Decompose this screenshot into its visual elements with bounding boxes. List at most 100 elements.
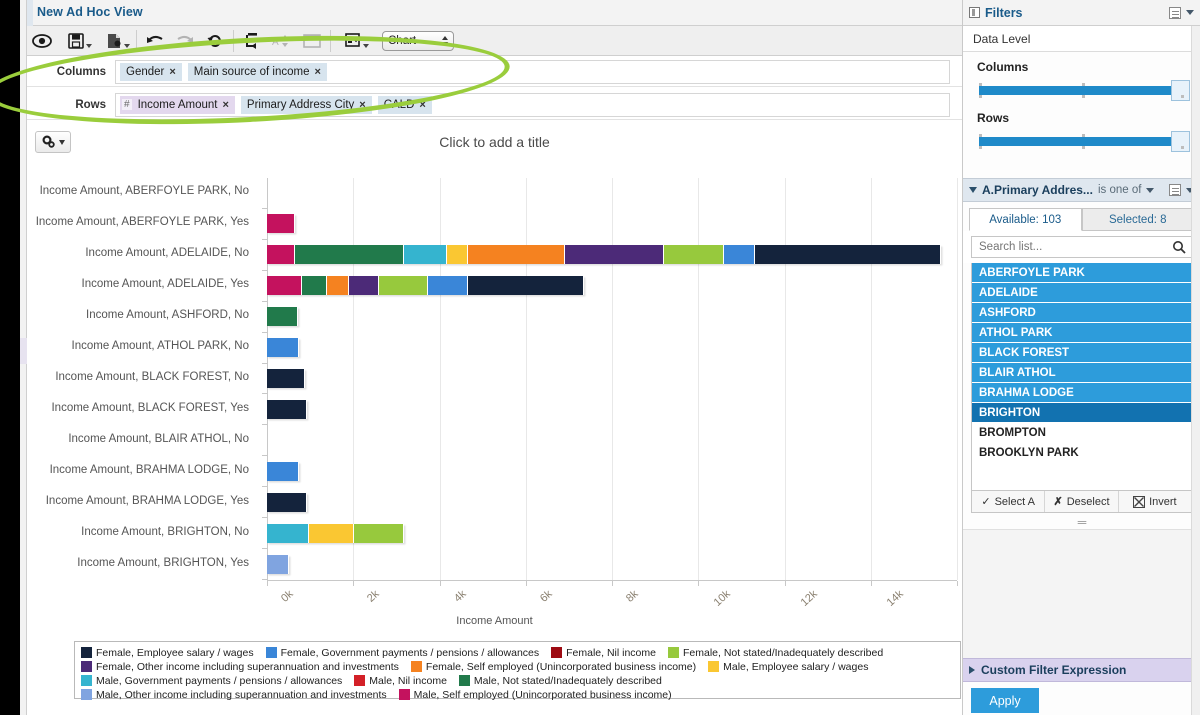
stacked-bar[interactable]	[267, 276, 584, 296]
bar-segment[interactable]	[427, 276, 468, 296]
panel-toggle-icon[interactable]	[969, 7, 980, 18]
bar-segment[interactable]	[267, 338, 299, 358]
tab-available[interactable]: Available: 103	[969, 208, 1082, 231]
stacked-bar[interactable]	[267, 523, 404, 543]
chevron-right-icon[interactable]	[969, 666, 975, 674]
legend-item[interactable]: Male, Other income including superannuat…	[81, 689, 387, 701]
rows-shelf-dropzone[interactable]: # Income Amount × Primary Address City ×…	[115, 92, 950, 117]
legend-item[interactable]: Female, Other income including superannu…	[81, 661, 399, 673]
columns-slider[interactable]	[979, 80, 1190, 101]
legend-item[interactable]: Male, Government payments / pensions / a…	[81, 675, 342, 687]
list-item[interactable]: ATHOL PARK	[972, 323, 1191, 343]
filter-resize-grip[interactable]: ═	[963, 513, 1200, 529]
chevron-down-icon[interactable]	[969, 187, 977, 193]
bar-segment[interactable]	[267, 214, 296, 234]
list-item[interactable]: BLACK FOREST	[972, 343, 1191, 363]
legend-item[interactable]: Male, Nil income	[354, 675, 447, 687]
deselect-button[interactable]: ✗ Deselect	[1045, 491, 1119, 512]
bar-segment[interactable]	[723, 245, 755, 265]
columns-shelf-dropzone[interactable]: Gender × Main source of income ×	[115, 59, 950, 84]
list-item[interactable]: BLAIR ATHOL	[972, 363, 1191, 383]
filter-operator[interactable]: is one of	[1098, 184, 1141, 196]
undo-icon[interactable]	[140, 28, 170, 54]
filter-value-list[interactable]: ABERFOYLE PARK ADELAIDE ASHFORD ATHOL PARK B…	[971, 263, 1192, 491]
view-type-select[interactable]: Chart	[382, 30, 454, 51]
chip-gender[interactable]: Gender ×	[120, 62, 182, 81]
page-options-icon[interactable]	[297, 28, 327, 54]
export-caret-icon[interactable]	[124, 43, 130, 48]
bar-segment[interactable]	[378, 276, 428, 296]
bar-segment[interactable]	[564, 245, 664, 265]
legend-item[interactable]: Male, Employee salary / wages	[708, 661, 868, 673]
chip-cald[interactable]: CALD ×	[377, 95, 432, 114]
chip-remove-icon[interactable]: ×	[359, 99, 365, 111]
list-item[interactable]: ADELAIDE	[972, 283, 1191, 303]
bar-segment[interactable]	[267, 399, 308, 419]
stacked-bar[interactable]	[267, 307, 299, 327]
chart-title-placeholder[interactable]: Click to add a title	[27, 134, 962, 150]
bar-segment[interactable]	[267, 368, 305, 388]
export-icon[interactable]	[95, 28, 133, 54]
bar-segment[interactable]	[267, 245, 296, 265]
custom-filter-expression-bar[interactable]: Custom Filter Expression	[963, 658, 1200, 682]
display-options-icon[interactable]	[334, 28, 372, 54]
legend-item[interactable]: Female, Self employed (Unincorporated bu…	[410, 661, 696, 673]
list-item[interactable]: BRAHMA LODGE	[972, 383, 1191, 403]
legend-item[interactable]: Male, Self employed (Unincorporated busi…	[398, 689, 672, 701]
bar-segment[interactable]	[754, 245, 941, 265]
filter-header-primary-address[interactable]: A.Primary Addres... is one of	[963, 178, 1200, 202]
select-all-button[interactable]: ✓ Select A	[972, 491, 1046, 512]
left-scroll-thumb[interactable]	[20, 338, 27, 364]
bar-segment[interactable]	[267, 523, 309, 543]
save-caret-icon[interactable]	[86, 43, 92, 48]
chip-remove-icon[interactable]: ×	[222, 99, 228, 111]
list-item[interactable]: ABERFOYLE PARK	[972, 263, 1191, 283]
search-input[interactable]	[977, 240, 1172, 254]
legend-item[interactable]: Female, Government payments / pensions /…	[265, 647, 539, 659]
legend-item[interactable]: Female, Employee salary / wages	[81, 647, 254, 659]
save-icon[interactable]	[57, 28, 95, 54]
display-options-caret-icon[interactable]	[363, 43, 369, 48]
list-item[interactable]: BRIGHTON	[972, 403, 1191, 423]
stacked-bar[interactable]	[267, 338, 299, 358]
bar-segment[interactable]	[301, 276, 328, 296]
tab-selected[interactable]: Selected: 8	[1081, 208, 1194, 231]
bar-segment[interactable]	[348, 276, 379, 296]
list-item[interactable]: BROMPTON	[972, 423, 1191, 443]
legend-item[interactable]: Female, Not stated/Inadequately describe…	[668, 647, 883, 659]
bar-segment[interactable]	[327, 276, 349, 296]
legend-item[interactable]: Female, Nil income	[551, 647, 656, 659]
bar-segment[interactable]	[447, 245, 469, 265]
chip-remove-icon[interactable]: ×	[419, 99, 425, 111]
stacked-bar[interactable]	[267, 214, 296, 234]
invert-button[interactable]: Invert	[1119, 491, 1191, 512]
bar-segment[interactable]	[267, 492, 308, 512]
apply-button[interactable]: Apply	[971, 688, 1039, 713]
bar-segment[interactable]	[663, 245, 724, 265]
bar-segment[interactable]	[308, 523, 354, 543]
rows-slider[interactable]	[979, 131, 1190, 152]
chip-main-source-of-income[interactable]: Main source of income ×	[187, 62, 327, 81]
chip-primary-address-city[interactable]: Primary Address City ×	[240, 95, 372, 114]
list-item[interactable]: ASHFORD	[972, 303, 1191, 323]
redo-icon[interactable]	[170, 28, 200, 54]
bar-segment[interactable]	[267, 461, 299, 481]
stacked-bar[interactable]	[267, 492, 308, 512]
bar-segment[interactable]	[267, 554, 289, 574]
filters-menu-caret-icon[interactable]	[1186, 10, 1194, 15]
stacked-bar[interactable]	[267, 461, 299, 481]
filter-operator-caret-icon[interactable]	[1146, 187, 1155, 193]
bar-segment[interactable]	[404, 245, 448, 265]
sort-icon[interactable]: A	[267, 28, 297, 54]
chip-income-amount[interactable]: # Income Amount ×	[120, 95, 235, 114]
bar-segment[interactable]	[267, 276, 302, 296]
stacked-bar[interactable]	[267, 245, 941, 265]
bar-segment[interactable]	[295, 245, 405, 265]
preview-icon[interactable]	[27, 28, 57, 54]
legend-item[interactable]: Male, Not stated/Inadequately described	[458, 675, 662, 687]
chip-remove-icon[interactable]: ×	[315, 66, 321, 78]
sidebar-scroll-strip[interactable]	[1191, 26, 1200, 715]
revert-icon[interactable]	[200, 28, 230, 54]
bar-segment[interactable]	[468, 245, 565, 265]
bar-segment[interactable]	[353, 523, 404, 543]
